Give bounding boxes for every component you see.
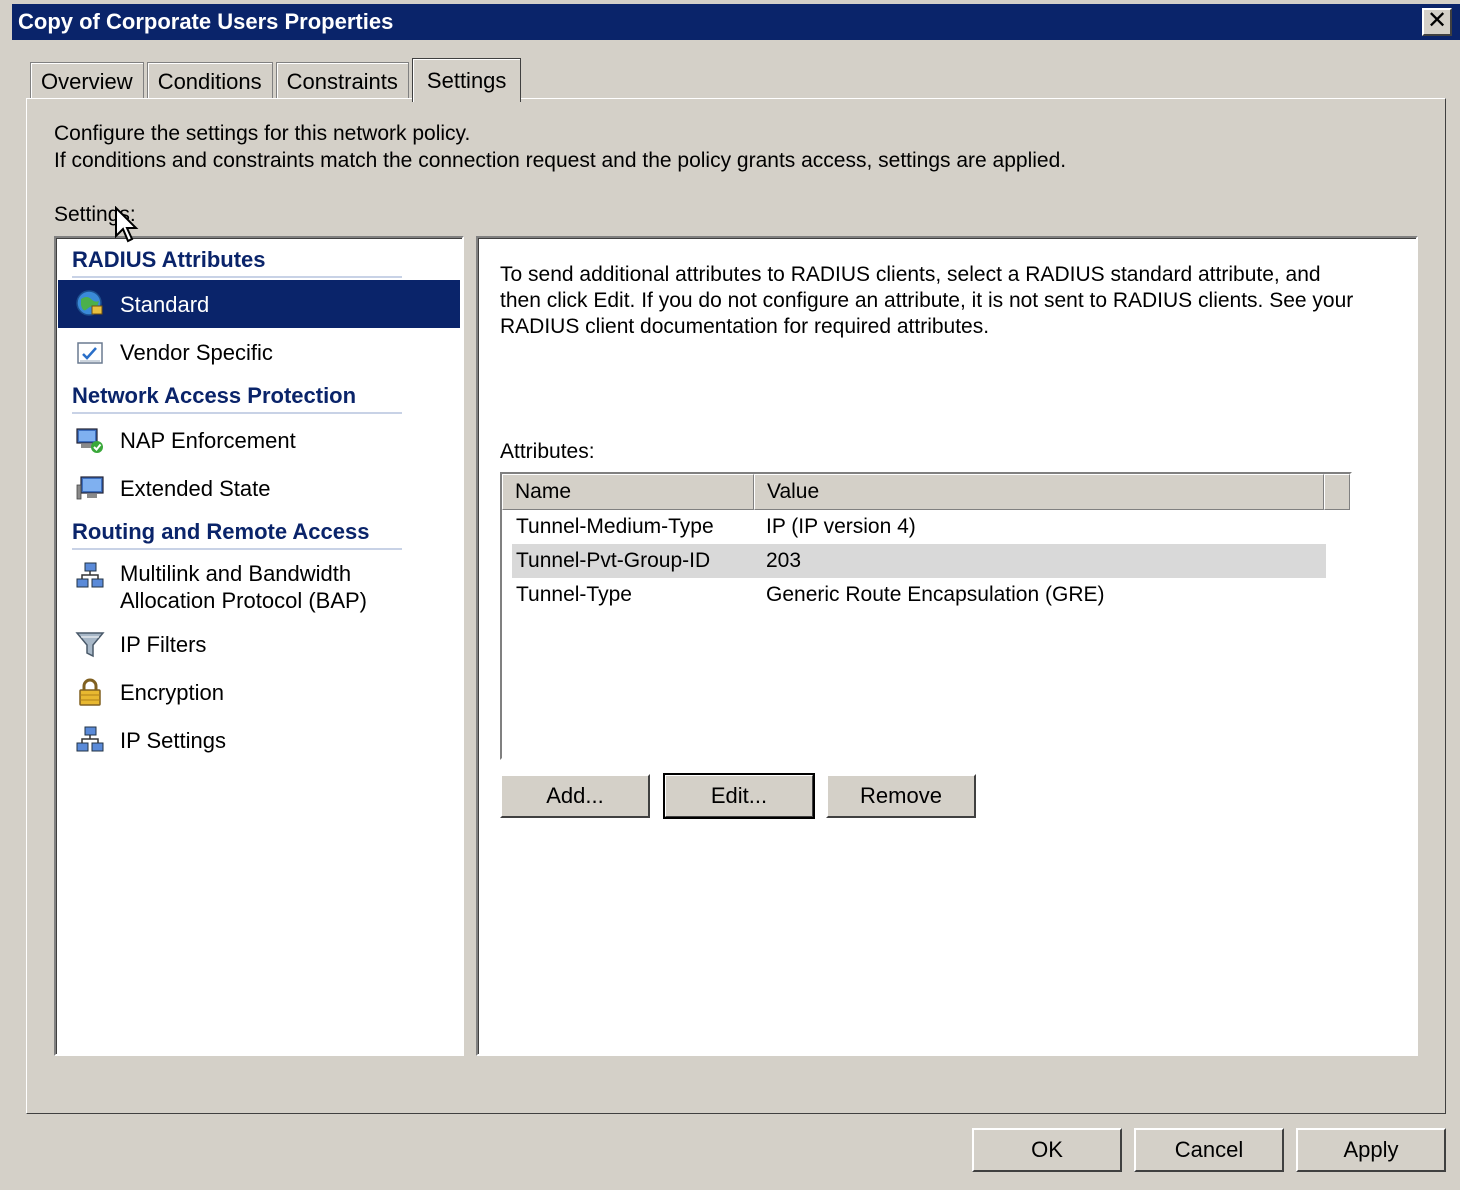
close-icon: ✕: [1426, 7, 1448, 34]
window-title: Copy of Corporate Users Properties: [18, 9, 394, 34]
description-line-1: Configure the settings for this network …: [54, 122, 471, 145]
list-item-label: Extended State: [120, 475, 271, 501]
page-description: Configure the settings for this network …: [54, 120, 1066, 174]
cell-value: IP (IP version 4): [766, 515, 916, 538]
list-item-ip-filters[interactable]: IP Filters: [58, 620, 460, 668]
tab-strip: Overview Conditions Constraints Settings: [30, 58, 524, 102]
cell-value: 203: [766, 549, 802, 572]
tab-conditions[interactable]: Conditions: [146, 62, 273, 100]
list-item-multilink-bap[interactable]: Multilink and Bandwidth Allocation Proto…: [58, 554, 460, 614]
cell-name: Tunnel-Medium-Type: [516, 515, 714, 538]
list-item-vendor-specific[interactable]: Vendor Specific: [58, 328, 460, 376]
checklist-icon: [74, 336, 106, 368]
attributes-label: Attributes:: [500, 440, 595, 463]
list-item-label: NAP Enforcement: [120, 427, 296, 453]
detail-description: To send additional attributes to RADIUS …: [500, 263, 1354, 338]
edit-button[interactable]: Edit...: [663, 773, 815, 819]
list-item-label: IP Filters: [120, 631, 207, 657]
cell-name: Tunnel-Type: [516, 583, 632, 606]
apply-button[interactable]: Apply: [1296, 1128, 1446, 1172]
tab-constraints[interactable]: Constraints: [275, 62, 409, 100]
list-item-label: IP Settings: [120, 727, 226, 753]
table-row[interactable]: Tunnel-Type Generic Route Encapsulation …: [512, 578, 1326, 612]
list-item-ip-settings[interactable]: IP Settings: [58, 716, 460, 764]
column-header-value[interactable]: Value: [754, 474, 1324, 510]
list-item-encryption[interactable]: Encryption: [58, 668, 460, 716]
table-row[interactable]: Tunnel-Pvt-Group-ID 203: [512, 544, 1326, 578]
funnel-icon: [74, 628, 106, 660]
close-button[interactable]: ✕: [1422, 8, 1452, 36]
list-item-label-line-1: Multilink and Bandwidth: [120, 561, 352, 586]
title-bar: Copy of Corporate Users Properties ✕: [12, 4, 1460, 40]
list-item-label: Vendor Specific: [120, 339, 273, 365]
description-line-2: If conditions and constraints match the …: [54, 149, 1067, 172]
group-header-routing-remote-access: Routing and Remote Access: [72, 516, 402, 550]
computer-check-icon: [74, 424, 106, 456]
column-header-name[interactable]: Name: [502, 474, 754, 510]
globe-network-icon: [74, 288, 106, 320]
list-item-label: Encryption: [120, 679, 224, 705]
mouse-pointer-icon: [115, 206, 139, 243]
tab-overview[interactable]: Overview: [30, 62, 144, 100]
list-item-label-line-2: Allocation Protocol (BAP): [120, 588, 367, 613]
cancel-button[interactable]: Cancel: [1134, 1128, 1284, 1172]
ok-button[interactable]: OK: [972, 1128, 1122, 1172]
table-header: Name Value: [502, 474, 1350, 510]
padlock-icon: [74, 676, 106, 708]
group-header-network-access-protection: Network Access Protection: [72, 380, 402, 414]
list-item-label: Multilink and Bandwidth Allocation Proto…: [120, 560, 367, 614]
settings-category-list[interactable]: RADIUS Attributes Standard Vendor Specif…: [54, 236, 464, 1056]
remove-button[interactable]: Remove: [826, 774, 976, 818]
column-header-filler: [1324, 474, 1350, 510]
tab-settings[interactable]: Settings: [411, 58, 522, 102]
add-button[interactable]: Add...: [500, 774, 650, 818]
cell-name: Tunnel-Pvt-Group-ID: [516, 549, 711, 572]
cell-value: Generic Route Encapsulation (GRE): [766, 583, 1105, 606]
list-item-standard[interactable]: Standard: [58, 280, 460, 328]
dialog-window: Copy of Corporate Users Properties ✕ Ove…: [0, 0, 1460, 1190]
network-computers-icon: [74, 560, 106, 592]
list-item-extended-state[interactable]: Extended State: [58, 464, 460, 512]
list-item-label: Standard: [120, 291, 210, 317]
attributes-table[interactable]: Name Value Tunnel-Medium-Type IP (IP ver…: [500, 472, 1352, 760]
monitor-icon: [74, 472, 106, 504]
table-row[interactable]: Tunnel-Medium-Type IP (IP version 4): [512, 510, 1326, 544]
detail-pane: To send additional attributes to RADIUS …: [476, 236, 1418, 1056]
network-computers-icon: [74, 724, 106, 756]
list-item-nap-enforcement[interactable]: NAP Enforcement: [58, 416, 460, 464]
group-header-radius-attributes: RADIUS Attributes: [72, 244, 402, 278]
